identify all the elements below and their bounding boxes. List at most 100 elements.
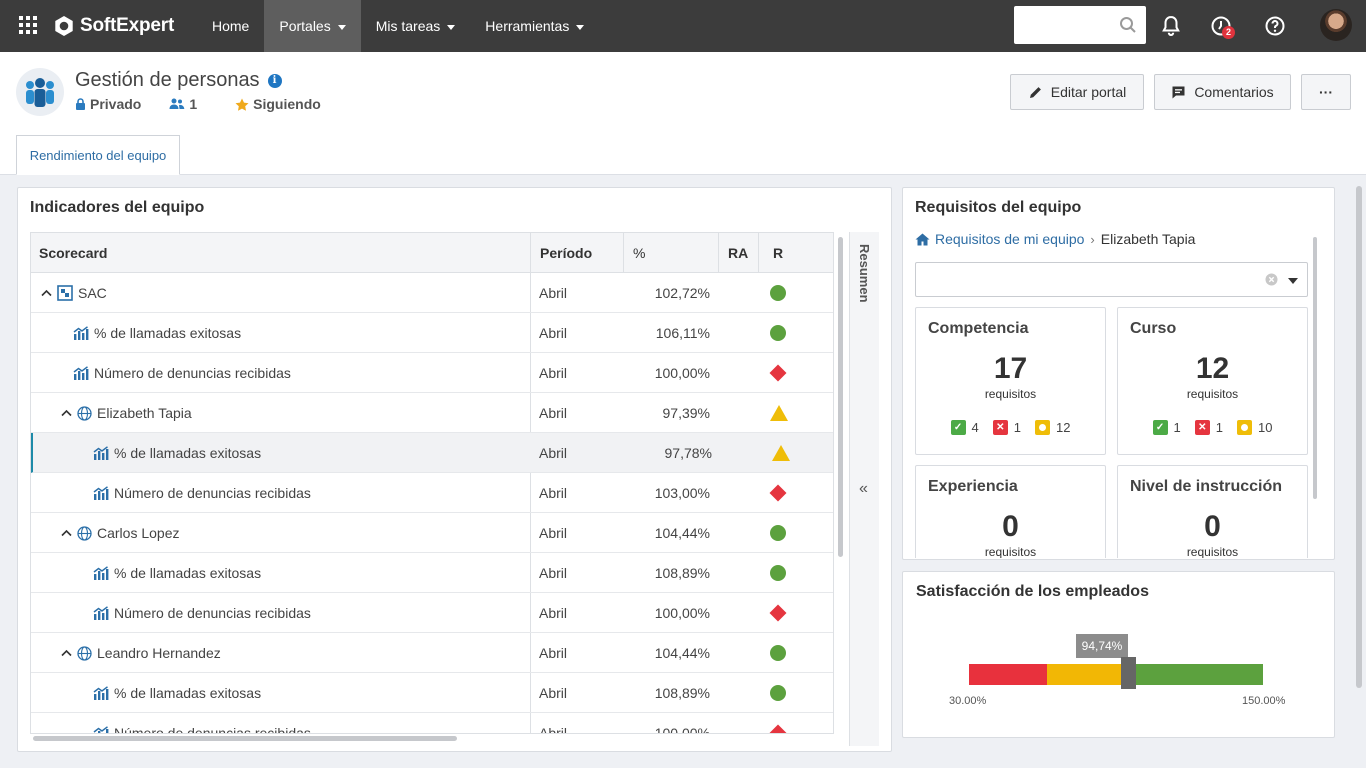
card-experiencia[interactable]: Experiencia 0 requisitos — [915, 465, 1106, 558]
card-title: Experiencia — [928, 478, 1018, 495]
table-horizontal-scrollbar[interactable] — [33, 736, 457, 741]
row-period: Abril — [539, 645, 568, 661]
table-row[interactable]: % de llamadas exitosas Abril 106,11% — [31, 313, 833, 353]
user-avatar[interactable] — [1320, 9, 1352, 41]
search-input[interactable] — [1014, 6, 1146, 44]
row-name-cell[interactable]: SAC — [41, 273, 107, 313]
bell-icon[interactable] — [1159, 14, 1183, 38]
gauge-min-label: 30.00% — [949, 695, 987, 707]
brand-logo[interactable]: SoftExpert — [53, 13, 174, 39]
col-ra[interactable]: RA — [728, 233, 748, 273]
nav-mis-tareas[interactable]: Mis tareas — [361, 0, 471, 52]
stat-ok[interactable]: ✓ 4 — [950, 420, 979, 435]
chevron-up-icon[interactable] — [61, 649, 72, 657]
col-period[interactable]: Período — [540, 233, 592, 273]
stat-pending-value: 12 — [1056, 420, 1071, 435]
row-name-cell[interactable]: Número de denuncias recibidas — [73, 353, 291, 393]
stat-ok[interactable]: ✓ 1 — [1152, 420, 1181, 435]
table-row[interactable]: Número de denuncias recibidas Abril 103,00… — [31, 473, 833, 513]
table-row[interactable]: Número de denuncias recibidas Abril 100,00… — [31, 713, 833, 733]
table-row[interactable]: Leandro Hernandez Abril 104,44% — [31, 633, 833, 673]
stat-pending[interactable]: 12 — [1035, 420, 1070, 435]
status-green-icon — [770, 325, 786, 341]
nav-herramientas-label: Herramientas — [485, 18, 570, 34]
table-row[interactable]: % de llamadas exitosas Abril 108,89% — [31, 673, 833, 713]
row-name-cell[interactable]: Número de denuncias recibidas — [93, 713, 311, 733]
indicator-chart-icon — [93, 566, 109, 580]
row-name: Elizabeth Tapia — [97, 405, 192, 421]
pending-icon — [1035, 420, 1050, 435]
stat-fail-value: 1 — [1215, 420, 1223, 435]
indicators-title: Indicadores del equipo — [30, 199, 205, 216]
table-row[interactable]: Número de denuncias recibidas Abril 100,00… — [31, 593, 833, 633]
summary-side-tab[interactable]: Resumen « — [849, 232, 879, 746]
breadcrumb-link[interactable]: Requisitos de mi equipo — [915, 231, 1084, 247]
page-scrollbar[interactable] — [1356, 186, 1362, 688]
table-vertical-scrollbar[interactable] — [838, 237, 843, 557]
row-name-cell[interactable]: % de llamadas exitosas — [93, 553, 261, 593]
chevron-up-icon[interactable] — [61, 529, 72, 537]
row-name-cell[interactable]: % de llamadas exitosas — [93, 433, 261, 473]
nav-portales[interactable]: Portales — [264, 0, 361, 52]
apps-grid-icon[interactable] — [19, 16, 37, 34]
table-row[interactable]: % de llamadas exitosas Abril 97,78% — [31, 433, 833, 473]
search-icon[interactable] — [1119, 16, 1137, 34]
chevron-down-icon[interactable] — [1288, 278, 1298, 284]
table-row[interactable]: Elizabeth Tapia Abril 97,39% — [31, 393, 833, 433]
row-name-cell[interactable]: Carlos Lopez — [61, 513, 180, 553]
edit-portal-button[interactable]: Editar portal — [1010, 74, 1144, 110]
home-icon — [915, 233, 930, 245]
clear-icon[interactable] — [1265, 273, 1278, 286]
status-red-icon — [769, 364, 787, 382]
row-percent: 108,89% — [654, 685, 710, 701]
col-r[interactable]: R — [773, 233, 783, 273]
more-options-button[interactable]: ··· — [1301, 74, 1351, 110]
col-scorecard[interactable]: Scorecard — [39, 233, 107, 273]
col-percent[interactable]: % — [633, 233, 645, 273]
portal-header: Gestión de personas i Privado 1 Siguiend… — [0, 52, 1366, 175]
row-period: Abril — [539, 445, 568, 461]
following-toggle[interactable]: Siguiendo — [235, 96, 321, 112]
stat-ok-value: 1 — [1173, 420, 1181, 435]
requirement-filter-select[interactable] — [915, 262, 1308, 297]
card-competencia[interactable]: Competencia 17 requisitos ✓ 4 ✕ 1 12 — [915, 307, 1106, 455]
nav-herramientas[interactable]: Herramientas — [470, 0, 599, 52]
row-percent: 103,00% — [654, 485, 710, 501]
page-title-text: Gestión de personas — [75, 69, 260, 91]
row-name-cell[interactable]: % de llamadas exitosas — [93, 673, 261, 713]
table-row[interactable]: Número de denuncias recibidas Abril 100,00… — [31, 353, 833, 393]
gauge-band-3 — [1120, 664, 1263, 685]
chevron-up-icon[interactable] — [61, 409, 72, 417]
indicators-table: Scorecard Período % RA R SAC Abril 102,72%… — [30, 232, 834, 734]
table-row[interactable]: Carlos Lopez Abril 104,44% — [31, 513, 833, 553]
row-name-cell[interactable]: Leandro Hernandez — [61, 633, 221, 673]
card-unit: requisitos — [984, 387, 1037, 401]
table-row[interactable]: % de llamadas exitosas Abril 108,89% — [31, 553, 833, 593]
row-name-cell[interactable]: Elizabeth Tapia — [61, 393, 192, 433]
row-name: % de llamadas exitosas — [114, 565, 262, 581]
chevron-up-icon[interactable] — [41, 289, 52, 297]
nav-home[interactable]: Home — [197, 0, 264, 52]
stat-fail[interactable]: ✕ 1 — [1194, 420, 1223, 435]
stat-fail[interactable]: ✕ 1 — [992, 420, 1021, 435]
row-name-cell[interactable]: Número de denuncias recibidas — [93, 593, 311, 633]
status-green-icon — [770, 645, 786, 661]
scorecard-icon — [57, 285, 73, 301]
privacy-indicator: Privado — [75, 96, 141, 112]
indicator-chart-icon — [93, 446, 109, 460]
info-icon[interactable]: i — [267, 73, 282, 88]
chevron-right-icon: › — [1090, 231, 1095, 247]
members-count[interactable]: 1 — [169, 96, 197, 112]
row-name-cell[interactable]: % de llamadas exitosas — [73, 313, 241, 353]
table-row[interactable]: SAC Abril 102,72% — [31, 273, 833, 313]
row-name-cell[interactable]: Número de denuncias recibidas — [93, 473, 311, 513]
comments-button[interactable]: Comentarios — [1154, 74, 1291, 110]
tab-rendimiento-del-equipo[interactable]: Rendimiento del equipo — [16, 135, 180, 175]
double-chevron-left-icon[interactable]: « — [859, 480, 868, 498]
help-icon[interactable] — [1263, 14, 1287, 38]
card-nivel-de-instruccion[interactable]: Nivel de instrucción 0 requisitos — [1117, 465, 1308, 558]
row-name: Leandro Hernandez — [97, 645, 221, 661]
card-curso[interactable]: Curso 12 requisitos ✓ 1 ✕ 1 10 — [1117, 307, 1308, 455]
status-red-icon — [769, 604, 787, 622]
stat-pending[interactable]: 10 — [1237, 420, 1272, 435]
